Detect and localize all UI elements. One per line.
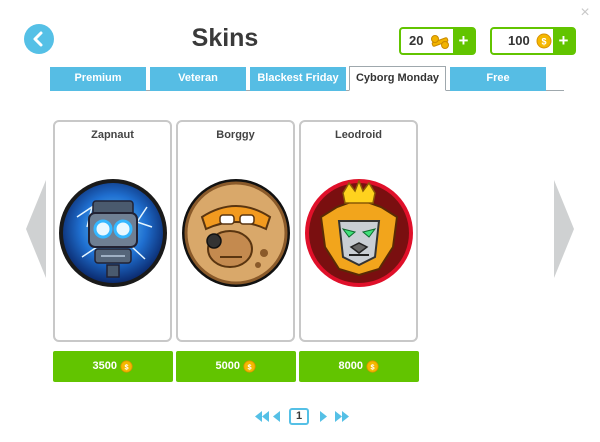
svg-text:$: $	[124, 362, 128, 371]
coin-icon: $	[366, 360, 379, 373]
cyborg-bear-avatar	[182, 179, 290, 287]
add-coins-button[interactable]: +	[553, 29, 574, 53]
next-arrow-button[interactable]	[554, 180, 576, 278]
svg-text:$: $	[247, 362, 251, 371]
bolts-counter: 20 +	[399, 27, 476, 55]
tab-free[interactable]: Free	[450, 67, 546, 91]
robot-avatar	[59, 179, 167, 287]
tab-cyborg-monday[interactable]: Cyborg Monday	[349, 66, 446, 91]
price-label: 8000	[338, 360, 363, 372]
buy-leodroid-button[interactable]: 8000 $	[299, 351, 419, 382]
first-page-button[interactable]	[254, 408, 270, 425]
svg-text:$: $	[541, 37, 546, 47]
coins-counter: 100 $ +	[490, 27, 576, 55]
lion-robot-avatar	[305, 178, 413, 287]
tab-veteran[interactable]: Veteran	[150, 67, 246, 91]
page-title: Skins	[191, 24, 259, 52]
coin-icon: $	[120, 360, 133, 373]
svg-text:$: $	[370, 362, 374, 371]
coin-icon: $	[536, 33, 552, 49]
skin-name: Borggy	[216, 129, 255, 141]
price-label: 3500	[92, 360, 117, 372]
close-button[interactable]: ×	[578, 5, 592, 21]
skin-name: Leodroid	[334, 129, 383, 141]
pagination: 1	[254, 408, 354, 426]
coins-value: 100	[508, 33, 530, 48]
current-page: 1	[289, 408, 309, 425]
skin-card-zapnaut[interactable]: Zapnaut	[53, 120, 172, 342]
next-page-button[interactable]	[318, 408, 328, 425]
buy-borggy-button[interactable]: 5000 $	[176, 351, 296, 382]
tab-premium[interactable]: Premium	[50, 67, 146, 91]
bolt-icon	[431, 35, 449, 49]
coin-icon: $	[243, 360, 256, 373]
bolts-value: 20	[409, 33, 424, 48]
buy-zapnaut-button[interactable]: 3500 $	[53, 351, 173, 382]
previous-page-button[interactable]	[272, 408, 282, 425]
previous-arrow-button[interactable]	[26, 180, 48, 278]
skin-card-leodroid[interactable]: Leodroid	[299, 120, 418, 342]
skin-card-borggy[interactable]: Borggy	[176, 120, 295, 342]
back-button[interactable]	[24, 24, 54, 54]
price-label: 5000	[215, 360, 240, 372]
tab-blackest-friday[interactable]: Blackest Friday	[250, 67, 346, 91]
add-bolts-button[interactable]: +	[453, 29, 474, 53]
chevron-left-icon	[33, 31, 43, 47]
last-page-button[interactable]	[334, 408, 350, 425]
skin-name: Zapnaut	[91, 129, 134, 141]
